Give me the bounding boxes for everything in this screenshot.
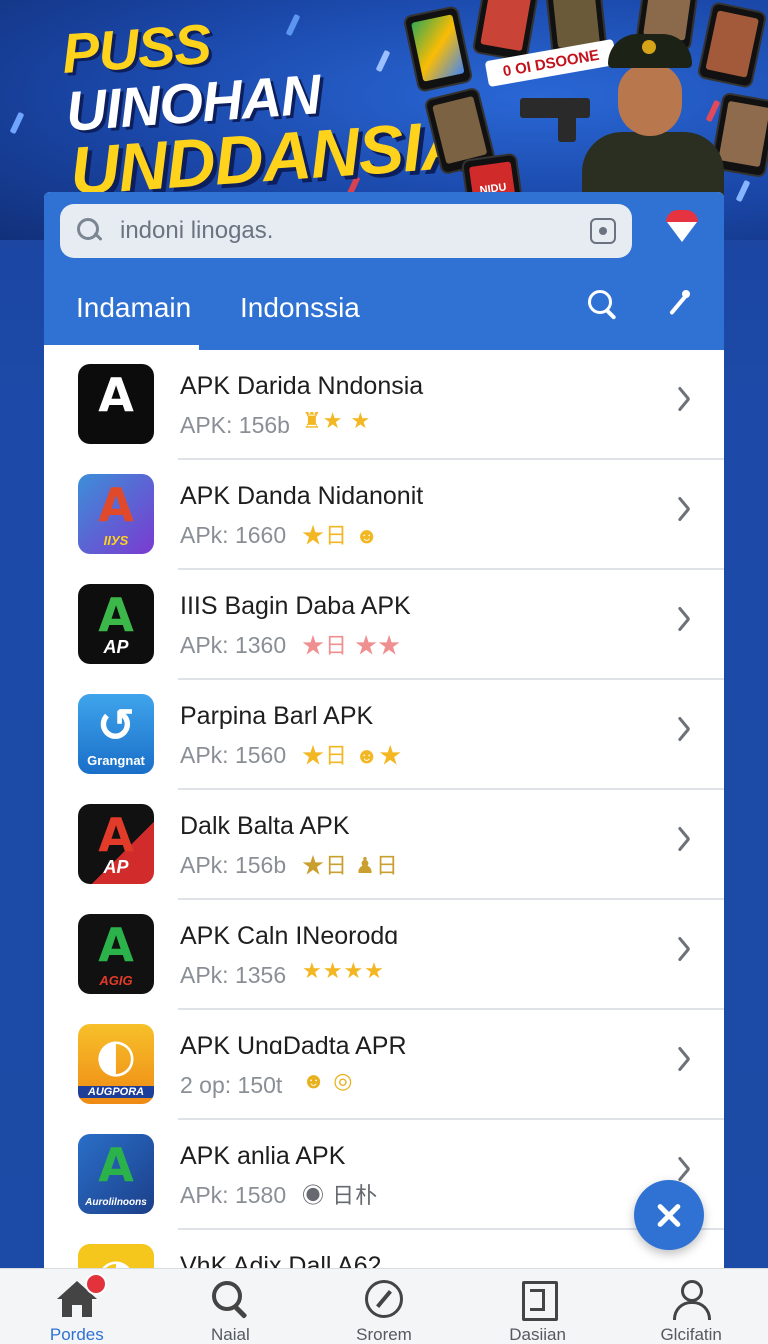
rating-badges: ★日 ☻★ [302, 743, 403, 768]
edit-pen-icon[interactable] [662, 288, 696, 322]
confetti [9, 111, 25, 135]
list-item[interactable]: A AP IIIS Bagin Daba APK APk: 1360 ★日 ★★ [44, 570, 724, 680]
app-icon-glyph: A [98, 588, 134, 642]
app-title: Parpina Barl APK [180, 702, 374, 730]
app-meta: APK: 156b [180, 412, 290, 438]
nav-label: Dasiian [509, 1325, 566, 1344]
chevron-right-icon [676, 384, 692, 414]
app-title: APK Darida Nndonsia [180, 372, 424, 400]
search-icon [76, 217, 104, 245]
app-icon-glyph: A [98, 368, 134, 422]
app-icon-glyph: A [98, 478, 134, 532]
app-title: APK UnɑDadta APR [180, 1032, 407, 1060]
app-icon-tag: Grangnat [87, 753, 145, 768]
list-item[interactable]: ◐ AUGPORA APK UnɑDadta APR 2 op: 150t ☻ … [44, 1010, 724, 1120]
app-icon-glyph: ◐ [95, 1028, 137, 1082]
nav-label: Glcifatin [660, 1325, 722, 1344]
header-search-icon[interactable] [586, 288, 620, 322]
app-icon-glyph: A [98, 808, 134, 862]
chevron-right-icon [676, 824, 692, 854]
nav-label: Srorem [356, 1325, 412, 1344]
user-icon [671, 1279, 712, 1320]
app-icon: A Aurolilnoons [78, 1134, 154, 1214]
app-title: APK Caln INeorodɑ [180, 922, 399, 950]
app-meta: APk: 1360 [180, 632, 287, 658]
app-title: APK anlia APK [180, 1142, 346, 1170]
nav-item-explore[interactable]: Srorem [307, 1269, 461, 1344]
list-item[interactable]: A AP Dalk Balta APK APk: 156b ★日 ♟日 [44, 790, 724, 900]
chevron-right-icon [676, 714, 692, 744]
tab-bar: Indamain Indonssia [44, 288, 724, 350]
app-icon-tag: AP [103, 857, 129, 877]
rating-badges: ◉ 日朴 [302, 1183, 379, 1208]
chevron-right-icon [676, 1044, 692, 1074]
app-meta: APk: 156b [180, 852, 287, 878]
favorite-heart-icon[interactable] [666, 210, 698, 244]
search-bar[interactable] [60, 204, 632, 258]
app-meta: APk: 1580 [180, 1182, 287, 1208]
app-icon: ↺ Grangnat [78, 694, 154, 774]
document-icon [518, 1279, 558, 1321]
app-icon: A AGIG [78, 914, 154, 994]
app-list: A APK Darida Nndonsia APK: 156b ♜★ ★ A І… [44, 350, 724, 1324]
app-icon: A ІІУS [78, 474, 154, 554]
rating-badges: ★日 ★★ [302, 633, 402, 658]
rating-badges: ★日 ♟日 [302, 853, 399, 878]
compass-icon [364, 1279, 404, 1319]
app-icon: A [78, 364, 154, 444]
search-icon [210, 1279, 250, 1319]
app-icon-tag: Aurolilnoons [85, 1197, 147, 1208]
search-input[interactable] [120, 217, 590, 245]
nav-label: Pordes [49, 1325, 104, 1344]
list-item[interactable]: ↺ Grangnat Parpina Barl APK APk: 1560 ★日… [44, 680, 724, 790]
chevron-right-icon [676, 1154, 692, 1184]
list-item[interactable]: A APK Darida Nndonsia APK: 156b ♜★ ★ [44, 350, 724, 460]
tab-indonssia[interactable]: Indonssia [240, 288, 360, 350]
chevron-right-icon [676, 494, 692, 524]
app-icon-glyph: A [98, 1138, 134, 1192]
app-title: Dalk Balta APK [180, 812, 350, 840]
list-item[interactable]: A AGIG APK Caln INeorodɑ APk: 1356 ★★★★ [44, 900, 724, 1010]
app-icon-glyph: A [98, 918, 134, 972]
chevron-right-icon [676, 604, 692, 634]
app-title: IIIS Bagin Daba APK [180, 592, 411, 620]
rating-badges: ★日 ☻ [302, 523, 380, 548]
rating-badges: ☻ ◎ [302, 1068, 354, 1093]
bottom-navigation: Pordes Naial Srorem Dasiian Glcifatin [0, 1268, 768, 1344]
app-meta: 2 op: 150t [180, 1072, 283, 1098]
list-item[interactable]: A ІІУS APK Danda Nidanonit APk: 1660 ★日 … [44, 460, 724, 570]
nav-label: Naial [211, 1325, 250, 1344]
camera-scan-icon[interactable] [590, 218, 616, 244]
card-header: Indamain Indonssia [44, 192, 724, 350]
app-meta: APk: 1560 [180, 742, 287, 768]
app-icon-tag: AGIG [99, 973, 133, 988]
nav-item-documents[interactable]: Dasiian [461, 1269, 615, 1344]
nav-item-profile[interactable]: Glcifatin [614, 1269, 768, 1344]
nav-item-search[interactable]: Naial [154, 1269, 308, 1344]
app-icon: A AP [78, 804, 154, 884]
app-icon-tag: AUGPORA [78, 1086, 154, 1098]
nav-item-home[interactable]: Pordes [0, 1269, 154, 1344]
tab-indamain[interactable]: Indamain [44, 288, 200, 350]
app-icon-tag: AP [103, 637, 129, 657]
app-list-card: Indamain Indonssia A APK Darida Nndonsia… [44, 192, 724, 1344]
app-icon: A AP [78, 584, 154, 664]
rating-badges: ★★★★ [302, 958, 385, 983]
chevron-right-icon [676, 934, 692, 964]
notification-badge [84, 1273, 107, 1295]
app-meta: APk: 1660 [180, 522, 287, 548]
app-icon-glyph: ↺ [96, 698, 136, 752]
close-fab-button[interactable] [634, 1180, 704, 1250]
confetti [735, 179, 751, 203]
app-meta: APk: 1356 [180, 962, 287, 988]
app-icon: ◐ AUGPORA [78, 1024, 154, 1104]
rating-badges: ♜★ ★ [302, 408, 372, 433]
app-title: APK Danda Nidanonit [180, 482, 424, 510]
home-icon [56, 1273, 107, 1319]
app-icon-tag: ІІУS [103, 533, 129, 548]
list-item[interactable]: A Aurolilnoons APK anlia APK APk: 1580 ◉… [44, 1120, 724, 1230]
